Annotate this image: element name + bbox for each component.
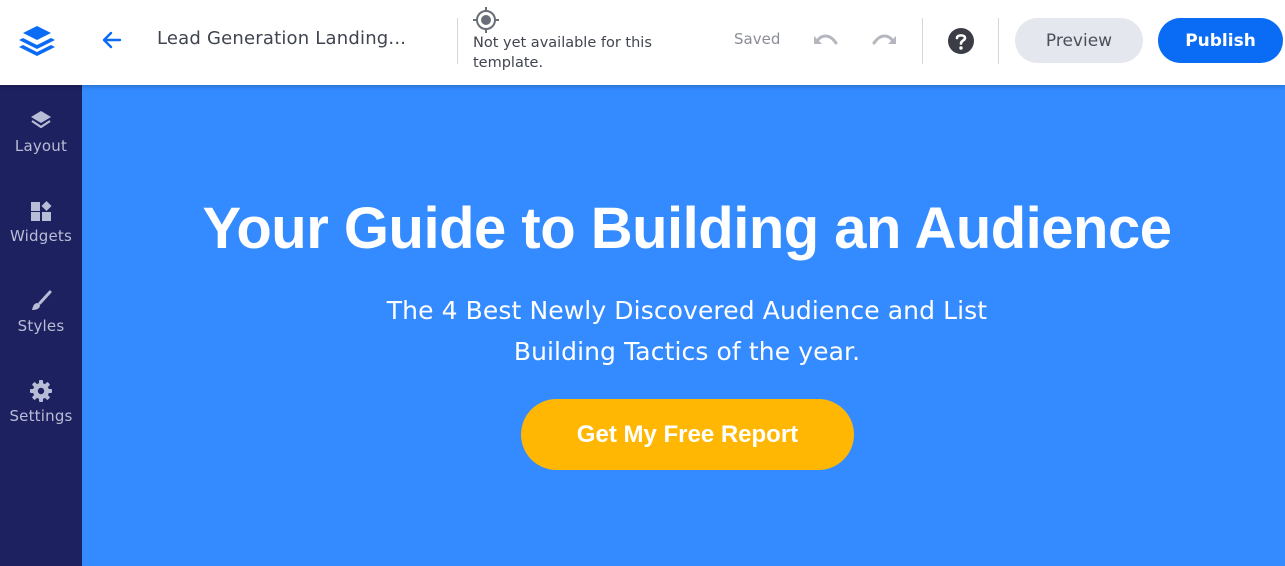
divider bbox=[457, 18, 458, 64]
sidebar-item-layout[interactable]: Layout bbox=[0, 109, 82, 189]
divider bbox=[922, 18, 923, 64]
get-free-report-button[interactable]: Get My Free Report bbox=[521, 399, 854, 470]
page-title[interactable]: Lead Generation Landing... bbox=[157, 28, 406, 49]
preview-button[interactable]: Preview bbox=[1015, 18, 1143, 63]
arrow-left-icon[interactable] bbox=[100, 28, 124, 52]
sidebar: Layout Widgets Styles Settings bbox=[0, 85, 82, 566]
sidebar-item-settings[interactable]: Settings bbox=[0, 379, 82, 459]
hero-subheadline[interactable]: The 4 Best Newly Discovered Audience and… bbox=[362, 290, 1012, 372]
layers-icon bbox=[31, 111, 51, 129]
hero-headline[interactable]: Your Guide to Building an Audience bbox=[82, 195, 1285, 262]
landing-page-canvas[interactable]: Your Guide to Building an Audience The 4… bbox=[82, 85, 1285, 566]
sidebar-item-label: Layout bbox=[14, 137, 68, 155]
sidebar-item-label: Settings bbox=[9, 407, 73, 425]
subheadline-line: The 4 Best Newly Discovered Audience and… bbox=[386, 296, 988, 325]
sidebar-item-widgets[interactable]: Widgets bbox=[0, 199, 82, 279]
divider bbox=[998, 18, 999, 64]
brush-icon bbox=[32, 290, 52, 310]
sidebar-item-label: Styles bbox=[17, 317, 65, 335]
save-status: Saved bbox=[734, 30, 781, 48]
subheadline-line: Building Tactics of the year. bbox=[513, 337, 861, 366]
redo-icon[interactable] bbox=[870, 28, 900, 52]
feature-notice: Not yet available for this template. bbox=[473, 35, 652, 71]
sidebar-item-label: Widgets bbox=[9, 227, 73, 245]
top-bar: Lead Generation Landing... Not yet avail… bbox=[0, 0, 1285, 85]
gear-icon bbox=[30, 380, 52, 402]
question-circle-icon[interactable] bbox=[947, 27, 975, 55]
sidebar-item-styles[interactable]: Styles bbox=[0, 289, 82, 369]
undo-icon[interactable] bbox=[810, 28, 840, 52]
layers-logo-icon[interactable] bbox=[16, 24, 58, 56]
crosshair-target-icon bbox=[472, 6, 500, 34]
publish-button[interactable]: Publish bbox=[1158, 18, 1283, 63]
widgets-icon bbox=[31, 201, 52, 221]
